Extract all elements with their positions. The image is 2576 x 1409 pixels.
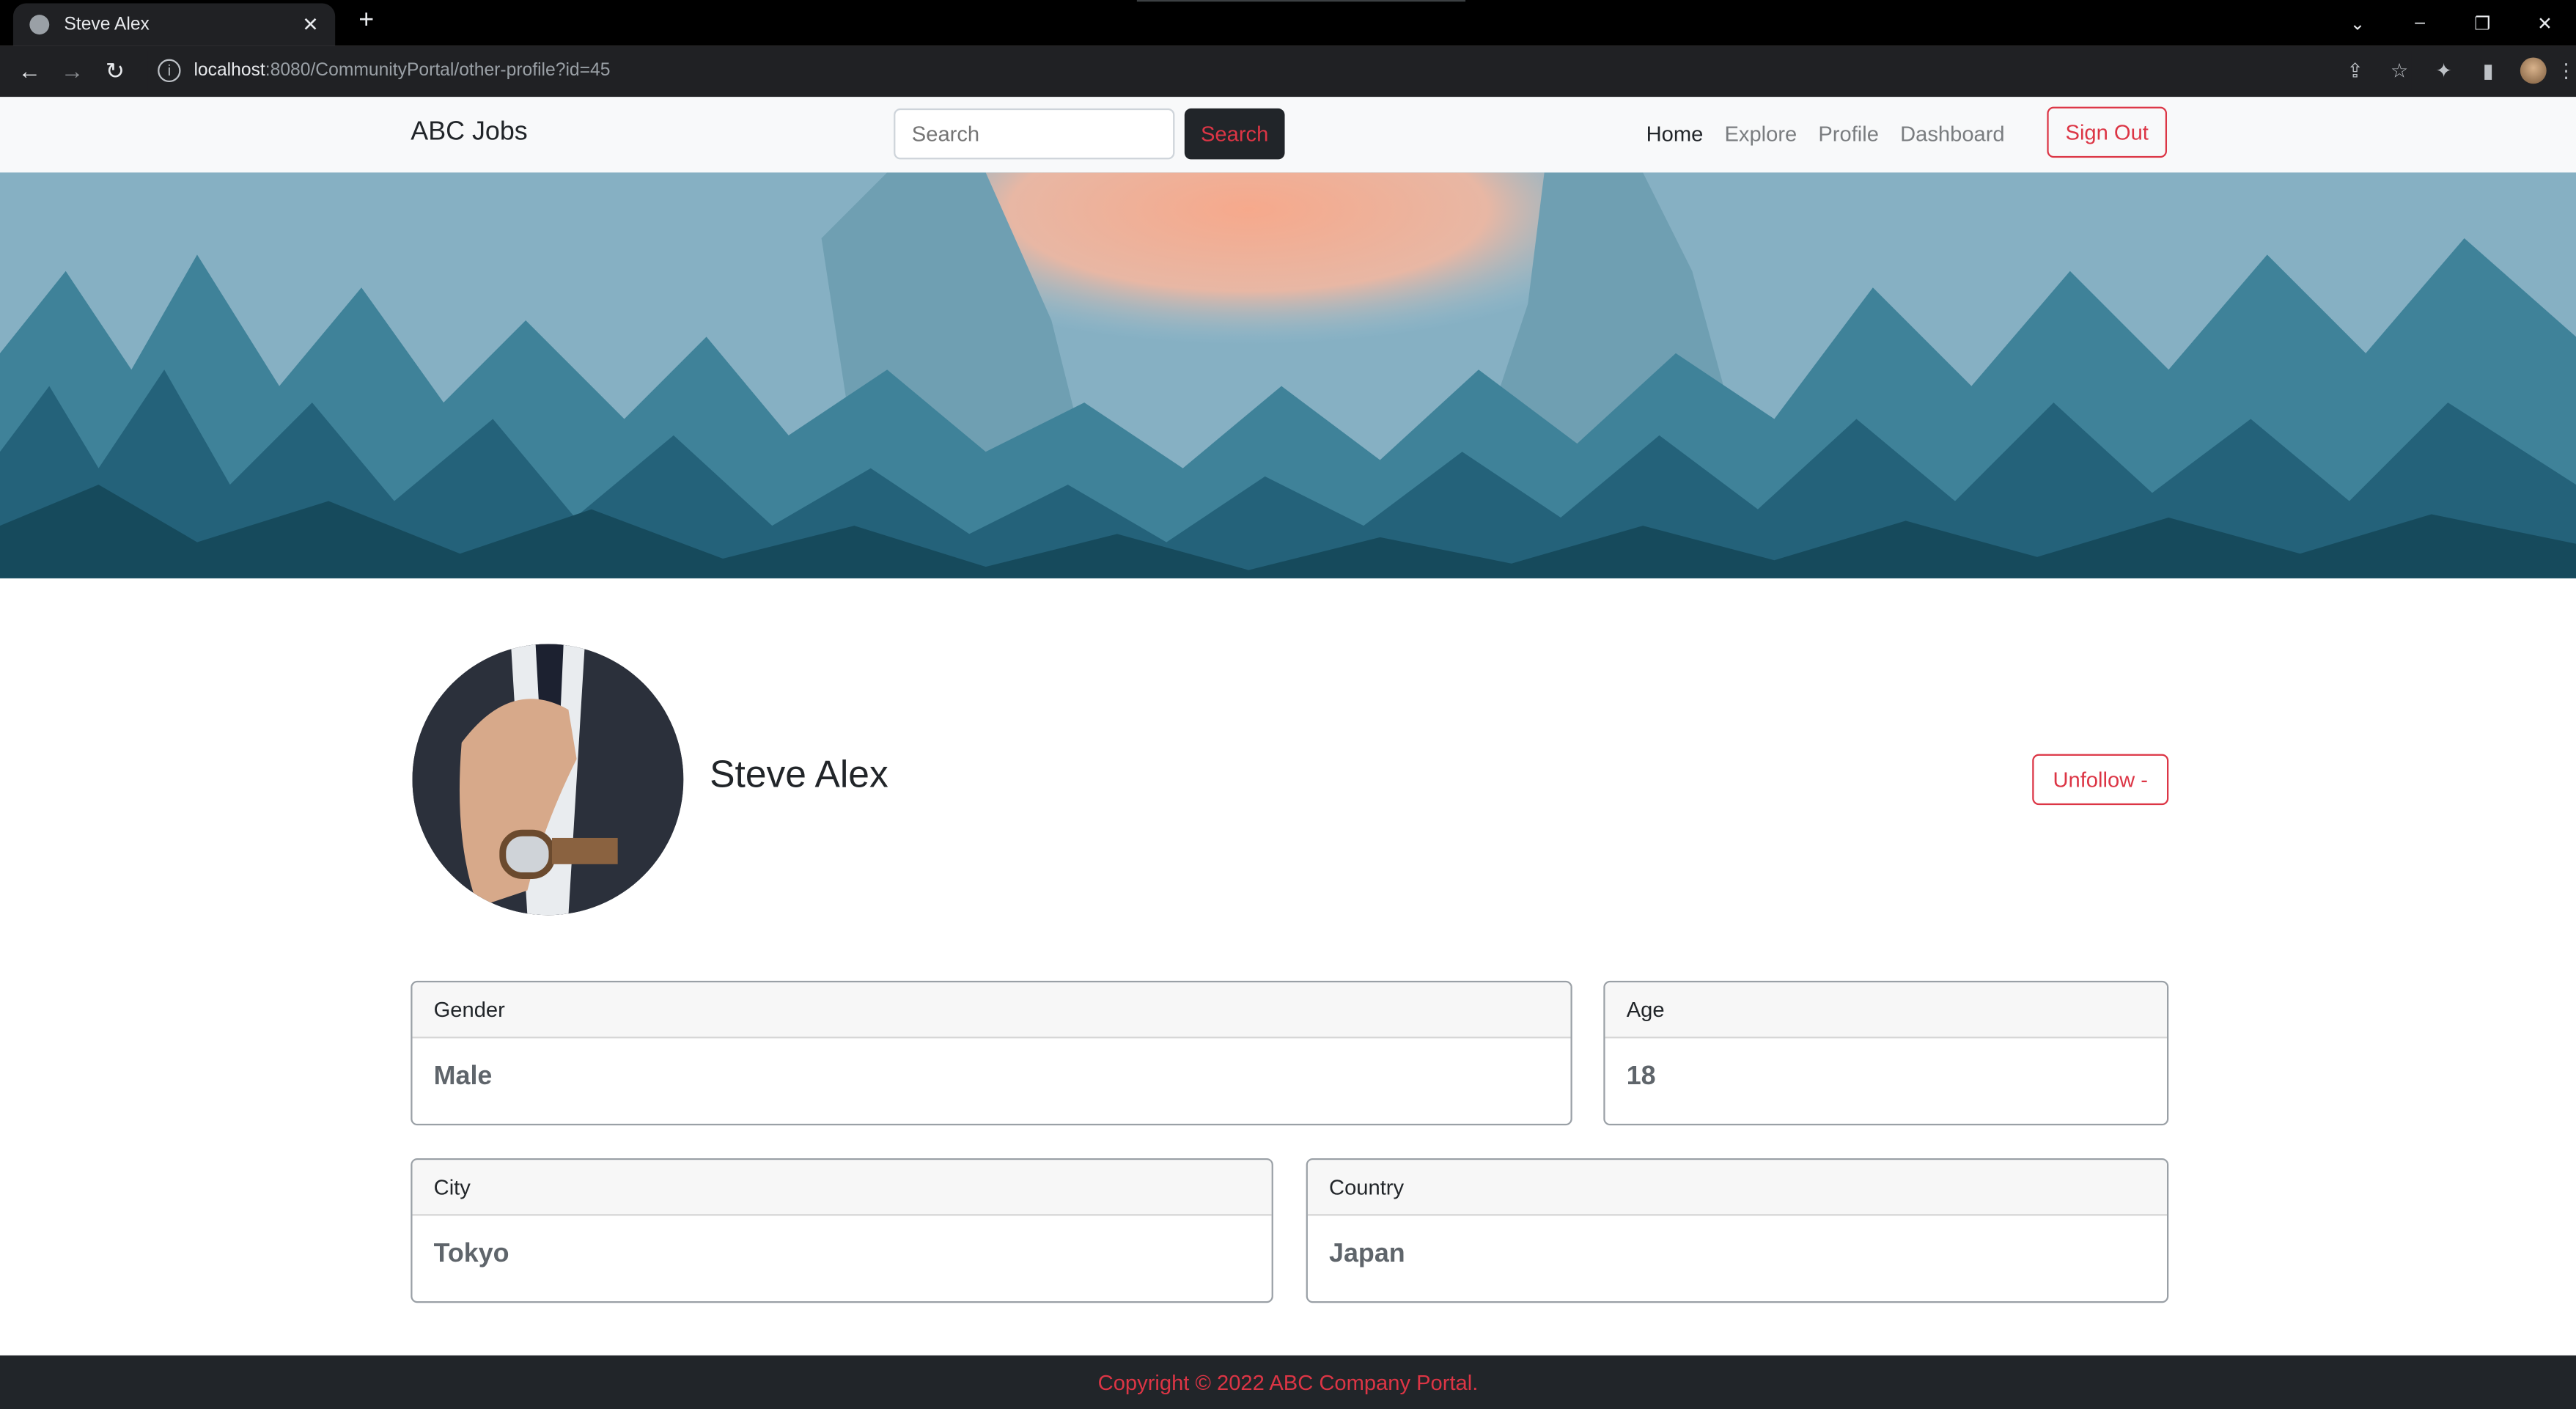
nav-home[interactable]: Home (1646, 122, 1704, 147)
brand-logo[interactable]: ABC Jobs (411, 118, 527, 147)
browser-tab-bar: Steve Alex ✕ + ⌄ – ❐ ✕ (0, 0, 2576, 46)
tab-search-icon[interactable]: ⌄ (2326, 12, 2388, 34)
nav-explore[interactable]: Explore (1724, 122, 1797, 147)
bookmark-star-icon[interactable]: ☆ (2377, 59, 2422, 82)
close-tab-icon[interactable]: ✕ (299, 13, 322, 36)
side-panel-icon[interactable]: ▮ (2466, 59, 2511, 82)
extensions-icon[interactable]: ✦ (2421, 59, 2466, 82)
profile-banner-image (0, 172, 2576, 578)
address-bar[interactable]: i localhost:8080/CommunityPortal/other-p… (147, 51, 2412, 91)
country-card: Country Japan (1306, 1158, 2169, 1303)
suit-and-watch-photo (412, 644, 684, 916)
nav-dashboard[interactable]: Dashboard (1900, 122, 2005, 147)
nav-profile[interactable]: Profile (1818, 122, 1879, 147)
window-controls: ⌄ – ❐ ✕ (2326, 0, 2576, 46)
city-card: City Tokyo (411, 1158, 1273, 1303)
url-host: localhost (194, 60, 265, 81)
browser-menu-icon[interactable]: ⋮ (2556, 59, 2576, 82)
search-input[interactable] (894, 108, 1175, 160)
profile-name: Steve Alex (710, 752, 888, 795)
close-window-icon[interactable]: ✕ (2514, 12, 2576, 34)
search-button[interactable]: Search (1184, 108, 1285, 160)
age-value: 18 (1626, 1062, 1656, 1092)
url-path: :8080/CommunityPortal/other-profile?id=4… (265, 60, 611, 81)
country-value: Japan (1329, 1240, 1405, 1269)
browser-toolbar: ← → ↻ i localhost:8080/CommunityPortal/o… (0, 45, 2576, 98)
site-navbar: ABC Jobs Search Home Explore Profile Das… (0, 97, 2576, 173)
city-label: City (412, 1160, 1272, 1216)
city-value: Tokyo (433, 1240, 509, 1269)
globe-icon (29, 15, 50, 35)
forward-arrow-icon[interactable]: → (56, 56, 89, 85)
browser-tab[interactable]: Steve Alex ✕ (12, 3, 336, 46)
profile-avatar (412, 644, 684, 916)
gender-label: Gender (412, 982, 1571, 1039)
nav-links: Home Explore Profile Dashboard (1646, 122, 2026, 147)
site-footer: Copyright © 2022 ABC Company Portal. (0, 1355, 2576, 1409)
age-label: Age (1605, 982, 2168, 1039)
sign-out-button[interactable]: Sign Out (2047, 106, 2168, 158)
gender-value: Male (433, 1062, 493, 1092)
new-tab-icon[interactable]: + (352, 7, 381, 36)
restore-icon[interactable]: ❐ (2451, 12, 2514, 34)
unfollow-button[interactable]: Unfollow - (2032, 754, 2169, 806)
browser-actions: ⇪ ☆ ✦ ▮ ⋮ (2333, 56, 2576, 85)
copyright-text: Copyright © 2022 ABC Company Portal. (1097, 1370, 1479, 1395)
browser-tab-title: Steve Alex (64, 15, 150, 35)
reload-icon[interactable]: ↻ (98, 56, 131, 85)
minimize-icon[interactable]: – (2389, 13, 2451, 33)
site-info-icon[interactable]: i (158, 59, 181, 83)
age-card: Age 18 (1603, 980, 2169, 1126)
tab-strip-divider (1136, 0, 1466, 2)
share-icon[interactable]: ⇪ (2333, 59, 2377, 82)
url-text: localhost:8080/CommunityPortal/other-pro… (194, 61, 610, 81)
forest-landscape-illustration (0, 172, 2576, 578)
browser-profile-avatar[interactable] (2520, 57, 2547, 84)
back-arrow-icon[interactable]: ← (13, 56, 46, 85)
gender-card: Gender Male (411, 980, 1572, 1126)
country-label: Country (1307, 1160, 2168, 1216)
